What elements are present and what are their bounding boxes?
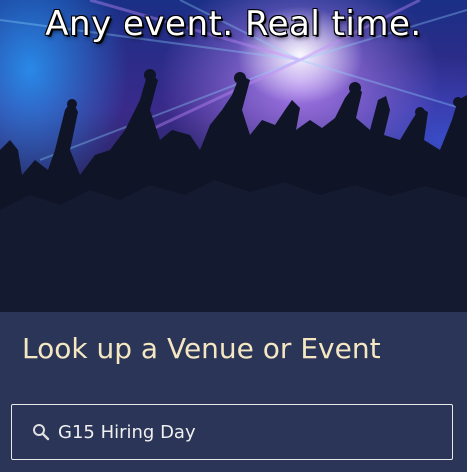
search-icon <box>32 423 50 441</box>
lookup-title: Look up a Venue or Event <box>22 332 381 365</box>
hero-banner: Any event. Real time. <box>0 0 467 312</box>
hero-headline: Any event. Real time. <box>45 4 422 44</box>
concert-crowd-image <box>0 0 467 312</box>
search-input[interactable] <box>58 421 418 443</box>
venue-lookup-panel: Look up a Venue or Event <box>0 312 467 472</box>
search-box[interactable] <box>11 404 453 460</box>
